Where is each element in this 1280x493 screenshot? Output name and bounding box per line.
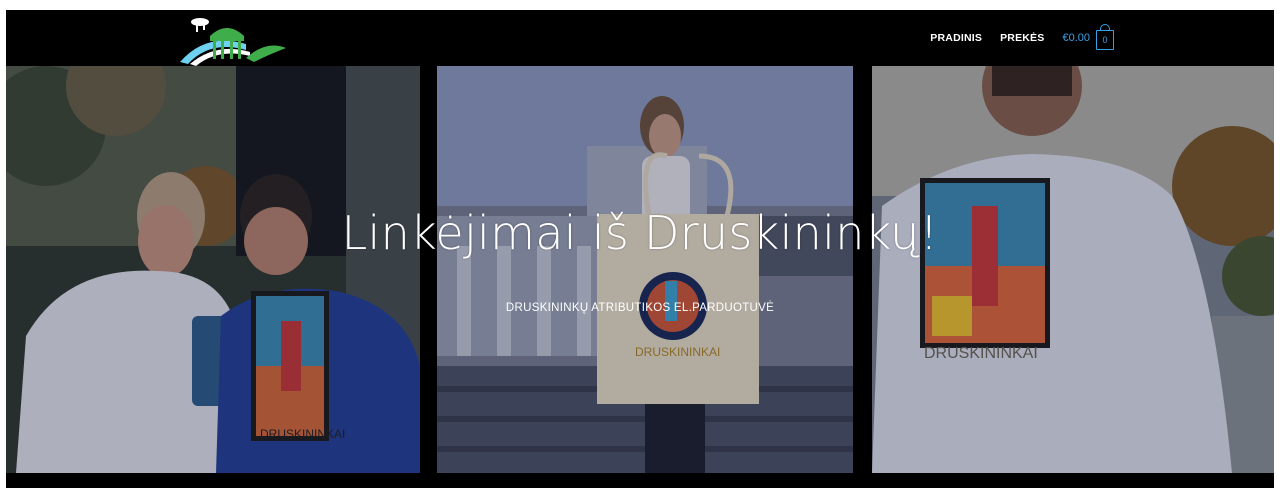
hero-subtitle: DRUSKININKŲ ATRIBUTIKOS EL.PARDUOTUVĖ bbox=[505, 302, 775, 314]
cart-button[interactable]: €0.00 0 bbox=[1062, 24, 1114, 50]
image-overlay bbox=[872, 66, 1274, 473]
image-overlay bbox=[6, 66, 420, 473]
hero-image-tote: DRUSKININKAI bbox=[437, 66, 853, 473]
nav-home-link[interactable]: PRADINIS bbox=[930, 32, 982, 44]
hero-banner: DRUSKININKAI DRUSKININKAI DRUSKININKAI L… bbox=[6, 66, 1274, 473]
image-overlay bbox=[437, 66, 853, 473]
site-logo[interactable] bbox=[176, 14, 291, 74]
shopping-bag-icon: 0 bbox=[1096, 24, 1114, 50]
hero-title: Linkėjimai iš Druskininkų! bbox=[341, 206, 939, 260]
page-frame: PRADINIS PREKĖS €0.00 0 DRUSKININKAI DRU… bbox=[6, 10, 1274, 488]
cart-total: €0.00 bbox=[1062, 32, 1090, 44]
site-header: PRADINIS PREKĖS €0.00 0 bbox=[6, 10, 1274, 68]
cart-count: 0 bbox=[1102, 35, 1108, 45]
hero-image-sweatshirt: DRUSKININKAI bbox=[872, 66, 1274, 473]
bottom-strip bbox=[6, 473, 1274, 488]
main-nav: PRADINIS PREKĖS €0.00 0 bbox=[930, 10, 1114, 66]
hero-image-couple: DRUSKININKAI bbox=[6, 66, 420, 473]
nav-products-link[interactable]: PREKĖS bbox=[1000, 32, 1044, 44]
